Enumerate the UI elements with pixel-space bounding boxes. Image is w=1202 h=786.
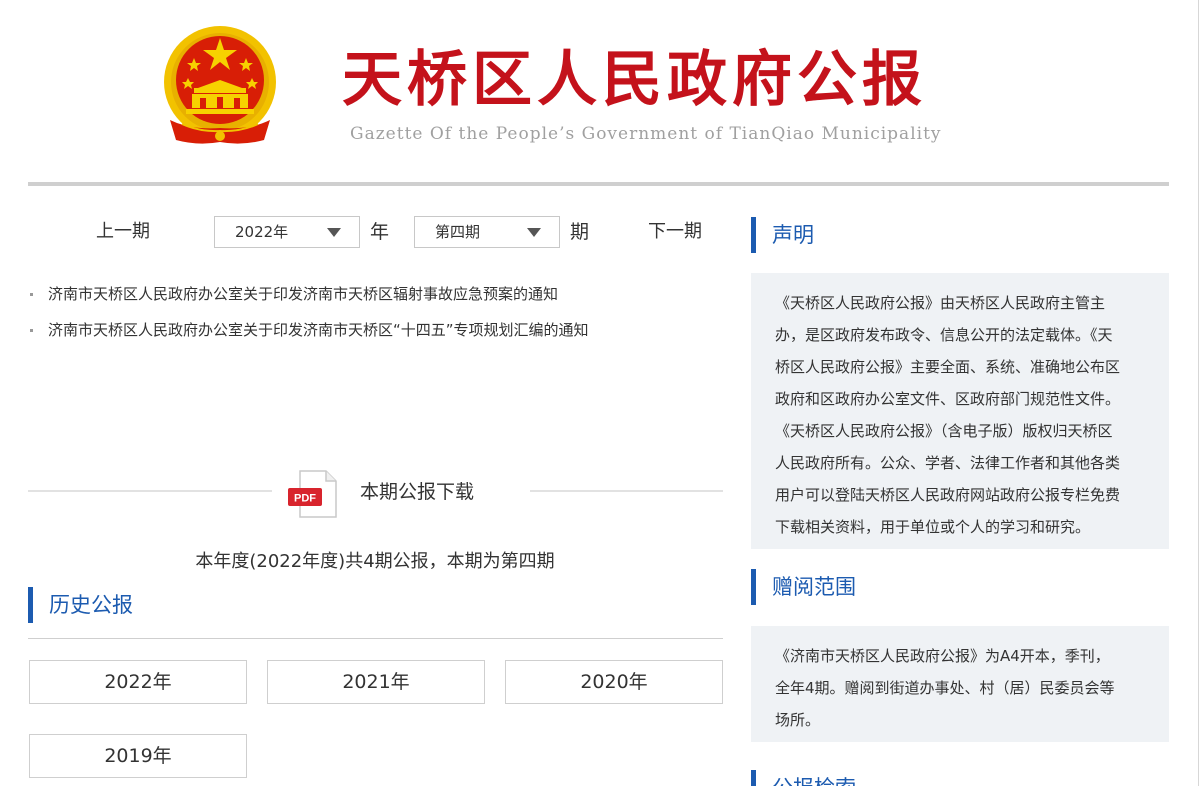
history-year-button[interactable]: 2020年 [505, 660, 723, 704]
prev-issue-link[interactable]: 上一期 [96, 218, 150, 246]
list-item[interactable]: 济南市天桥区人民政府办公室关于印发济南市天桥区辐射事故应急预案的通知 [28, 280, 718, 316]
statement-line: 桥区人民政府公报》主要全面、系统、准确地公布区 [775, 358, 1121, 376]
statement-line: 下载相关资料，用于单位或个人的学习和研究。 [775, 518, 1091, 536]
page-title: 天桥区人民政府公报 [342, 45, 927, 115]
distribution-line: 全年4期。赠阅到街道办事处、村（居）民委员会等 [775, 679, 1115, 697]
header-divider [28, 182, 1169, 186]
download-link[interactable]: 本期公报下载 [360, 478, 474, 506]
pdf-icon[interactable]: PDF [288, 470, 338, 518]
distribution-line: 《济南市天桥区人民政府公报》为A4开本，季刊， [775, 647, 1110, 665]
download-divider-right [530, 490, 723, 492]
statement-line: 办，是区政府发布政令、信息公开的法定载体。《天 [775, 326, 1113, 344]
list-item[interactable]: 济南市天桥区人民政府办公室关于印发济南市天桥区“十四五”专项规划汇编的通知 [28, 316, 718, 352]
year-select[interactable]: 2022年 [214, 216, 360, 248]
statement-line: 人民政府所有。公众、学者、法律工作者和其他各类 [775, 454, 1121, 472]
year-summary-text: 本年度(2022年度)共4期公报，本期为第四期 [195, 551, 555, 572]
statement-line: 政府和区政府办公室文件、区政府部门规范性文件。 [775, 390, 1121, 408]
history-divider [28, 638, 723, 639]
document-list: 济南市天桥区人民政府办公室关于印发济南市天桥区辐射事故应急预案的通知 济南市天桥… [28, 280, 718, 352]
history-year-button[interactable]: 2021年 [267, 660, 485, 704]
bullet-icon [30, 329, 33, 332]
page-header: 天桥区人民政府公报 Gazette Of the People’s Govern… [0, 0, 1202, 186]
statement-line: 用户可以登陆天桥区人民政府网站政府公报专栏免费 [775, 486, 1121, 504]
bullet-icon [30, 293, 33, 296]
pdf-badge-label: PDF [294, 493, 316, 505]
page-right-border [1198, 0, 1199, 786]
year-select-value: 2022年 [235, 223, 289, 241]
search-section-title: 公报检索 [751, 770, 856, 786]
issue-select[interactable]: 第四期 [414, 216, 560, 248]
next-issue-link[interactable]: 下一期 [648, 218, 702, 246]
chevron-down-icon [527, 228, 541, 237]
statement-panel: 《天桥区人民政府公报》由天桥区人民政府主管主 办，是区政府发布政令、信息公开的法… [751, 273, 1169, 549]
statement-line: 《天桥区人民政府公报》由天桥区人民政府主管主 [775, 294, 1106, 312]
issue-select-value: 第四期 [435, 223, 481, 241]
document-link[interactable]: 济南市天桥区人民政府办公室关于印发济南市天桥区辐射事故应急预案的通知 [48, 285, 558, 303]
chevron-down-icon [327, 228, 341, 237]
history-year-button[interactable]: 2019年 [29, 734, 247, 778]
history-section-title: 历史公报 [28, 587, 133, 623]
page-subtitle: Gazette Of the People’s Government of Ti… [350, 124, 942, 144]
download-divider-left [28, 490, 272, 492]
year-unit-label: 年 [370, 221, 390, 243]
document-link[interactable]: 济南市天桥区人民政府办公室关于印发济南市天桥区“十四五”专项规划汇编的通知 [48, 321, 589, 339]
statement-section-title: 声明 [751, 217, 814, 253]
distribution-panel: 《济南市天桥区人民政府公报》为A4开本，季刊， 全年4期。赠阅到街道办事处、村（… [751, 626, 1169, 742]
national-emblem-icon [160, 24, 280, 148]
distribution-section-title: 赠阅范围 [751, 569, 856, 605]
history-year-button[interactable]: 2022年 [29, 660, 247, 704]
distribution-line: 场所。 [775, 711, 821, 729]
issue-unit-label: 期 [570, 221, 590, 243]
statement-line: 《天桥区人民政府公报》（含电子版）版权归天桥区 [775, 422, 1113, 440]
